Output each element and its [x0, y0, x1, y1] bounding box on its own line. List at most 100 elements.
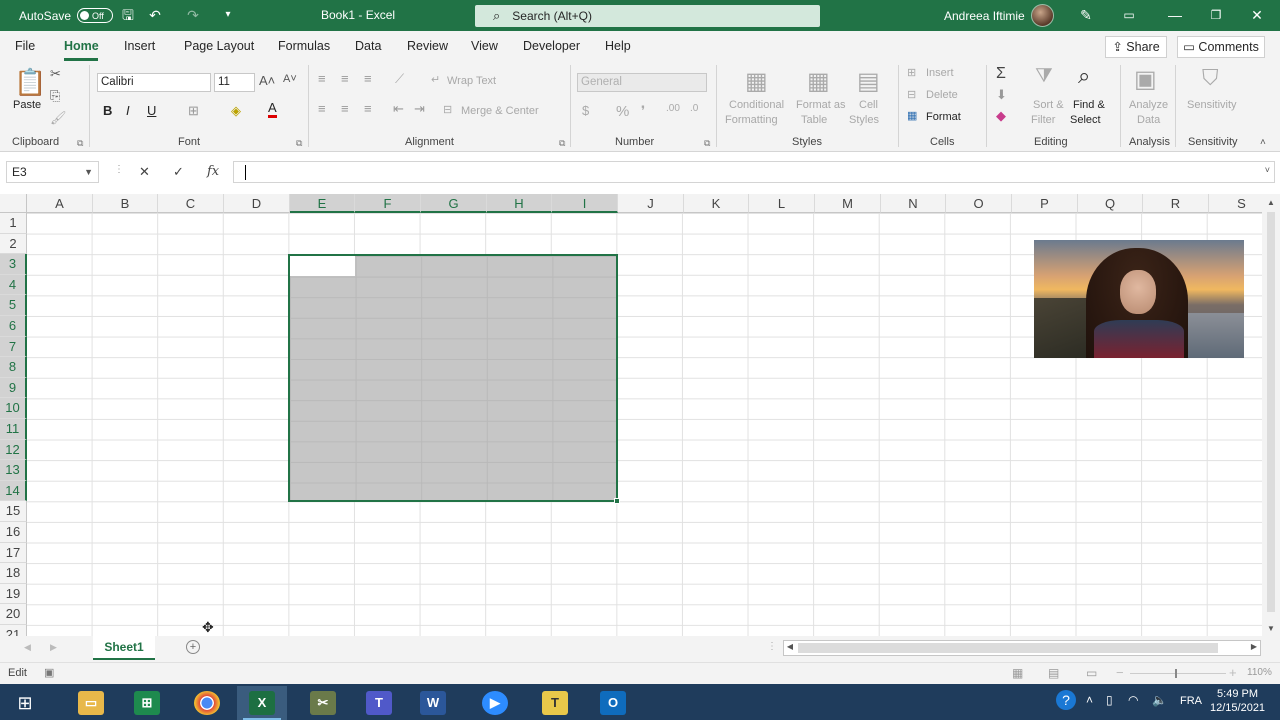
zoom-slider[interactable]	[1130, 673, 1226, 674]
column-header-s[interactable]: S	[1209, 194, 1262, 213]
align-center-icon[interactable]: ≡	[341, 101, 349, 116]
middle-align-icon[interactable]: ≡	[341, 71, 349, 86]
borders-icon[interactable]: ⊞	[188, 103, 199, 119]
tab-formulas[interactable]: Formulas	[278, 39, 330, 53]
row-header-5[interactable]: 5	[0, 295, 27, 316]
column-header-i[interactable]: I	[552, 194, 618, 213]
volume-icon[interactable]: 🔈	[1152, 693, 1167, 707]
taskbar-file-explorer[interactable]: ▭	[66, 686, 116, 720]
scroll-down-icon[interactable]: ▼	[1265, 624, 1277, 633]
find-select-line1[interactable]: Find &	[1073, 99, 1105, 111]
zoom-out-icon[interactable]: −	[1116, 665, 1124, 680]
cell-styles-line1[interactable]: Cell	[859, 99, 878, 111]
start-button[interactable]: ⊞	[0, 686, 50, 720]
comments-button[interactable]: ▭ Comments	[1177, 36, 1265, 58]
column-header-o[interactable]: O	[946, 194, 1012, 213]
minimize-icon[interactable]: —	[1152, 0, 1198, 31]
selected-range[interactable]	[288, 254, 620, 504]
format-painter-icon[interactable]: 🖌	[50, 110, 67, 126]
row-header-9[interactable]: 9	[0, 377, 27, 399]
tab-file[interactable]: File	[15, 39, 35, 53]
fill-icon[interactable]: ⬇	[996, 87, 1007, 103]
search-box[interactable]: ⌕ Search (Alt+Q)	[475, 5, 820, 27]
currency-button[interactable]: $	[582, 103, 589, 118]
fill-color-icon[interactable]: ◈	[231, 103, 241, 119]
scroll-up-icon[interactable]: ▲	[1265, 198, 1277, 207]
scroll-left-icon[interactable]: ◀	[784, 642, 796, 651]
delete-cells-button[interactable]: Delete	[926, 89, 958, 101]
autosave-toggle[interactable]: Off	[77, 8, 114, 23]
tab-view[interactable]: View	[471, 39, 498, 53]
comma-icon[interactable]: ❜	[641, 103, 645, 119]
font-name-select[interactable]: Calibri	[97, 73, 211, 92]
cut-icon[interactable]: ✂	[50, 66, 61, 82]
column-header-e[interactable]: E	[290, 194, 355, 213]
name-box-dropdown-icon[interactable]: ▼	[84, 162, 93, 182]
taskbar-outlook[interactable]: O	[588, 686, 638, 720]
alignment-launcher-icon[interactable]: ⧉	[559, 138, 565, 149]
font-size-select[interactable]: 11	[214, 73, 255, 92]
column-header-d[interactable]: D	[224, 194, 290, 213]
insert-cells-button[interactable]: Insert	[926, 67, 954, 79]
format-cells-icon[interactable]: ▦	[907, 109, 917, 122]
customize-toolbar-icon[interactable]: ▾	[220, 7, 236, 23]
column-header-f[interactable]: F	[355, 194, 421, 213]
tray-overflow-icon[interactable]: ˄	[1086, 693, 1093, 707]
percent-button[interactable]: %	[616, 103, 629, 120]
decrease-indent-icon[interactable]: ⇤	[393, 101, 404, 117]
column-header-m[interactable]: M	[815, 194, 881, 213]
decrease-font-icon[interactable]: A˅	[283, 73, 297, 85]
analyze-data-icon[interactable]: ▣	[1134, 65, 1157, 94]
tab-data[interactable]: Data	[355, 39, 381, 53]
taskbar-word[interactable]: W	[408, 686, 458, 720]
row-header-4[interactable]: 4	[0, 274, 27, 296]
sensitivity-button[interactable]: Sensitivity	[1187, 99, 1237, 111]
worksheet-grid[interactable]: ABCDEFGHIJKLMNOPQRS 1 2 3 4 5 6 7 8 9 10 11 12 13 14 1…	[0, 194, 1262, 636]
tab-review[interactable]: Review	[407, 39, 448, 53]
italic-button[interactable]: I	[126, 103, 130, 118]
row-header-19[interactable]: 19	[0, 583, 27, 605]
row-header-8[interactable]: 8	[0, 357, 27, 378]
column-header-g[interactable]: G	[421, 194, 487, 213]
row-header-7[interactable]: 7	[0, 336, 27, 358]
autosum-icon[interactable]: Σ	[996, 65, 1006, 83]
clear-icon[interactable]: ◆	[996, 108, 1006, 124]
enter-button[interactable]: ✓	[173, 164, 184, 180]
wrap-text-button[interactable]: Wrap Text	[447, 75, 496, 87]
sort-filter-line1[interactable]: Sort &	[1033, 99, 1064, 111]
format-as-table-icon[interactable]: ▦	[807, 67, 830, 96]
decrease-decimal-icon[interactable]: .0	[690, 103, 698, 114]
cancel-button[interactable]: ✕	[139, 164, 150, 180]
column-header-l[interactable]: L	[749, 194, 815, 213]
bottom-align-icon[interactable]: ≡	[364, 71, 372, 86]
horizontal-scrollbar[interactable]: ◀ ▶	[783, 640, 1261, 656]
taskbar-text[interactable]: T	[530, 686, 580, 720]
taskbar-teams[interactable]: T	[354, 686, 404, 720]
top-align-icon[interactable]: ≡	[318, 71, 326, 86]
column-header-h[interactable]: H	[487, 194, 552, 213]
tab-page-layout[interactable]: Page Layout	[184, 39, 254, 53]
formula-input[interactable]: ˅	[233, 161, 1275, 183]
row-header-16[interactable]: 16	[0, 522, 27, 543]
tab-split-icon[interactable]: ⋮	[767, 641, 777, 652]
expand-formula-icon[interactable]: ˅	[1265, 165, 1270, 175]
avatar[interactable]	[1031, 4, 1054, 27]
row-header-17[interactable]: 17	[0, 542, 27, 564]
copy-icon[interactable]: ⎘	[50, 88, 60, 104]
taskbar-zoom[interactable]: ▶	[470, 686, 520, 720]
merge-icon[interactable]: ⊟	[443, 103, 452, 116]
pen-icon[interactable]: ✎	[1078, 7, 1094, 23]
new-sheet-icon[interactable]: +	[186, 640, 200, 654]
share-button[interactable]: ⇪ Share	[1105, 36, 1167, 58]
sort-filter-line2[interactable]: Filter	[1031, 114, 1055, 126]
next-sheet-icon[interactable]: ▶	[50, 642, 57, 653]
underline-button[interactable]: U	[147, 103, 156, 118]
row-header-6[interactable]: 6	[0, 316, 27, 337]
column-header-r[interactable]: R	[1143, 194, 1209, 213]
horizontal-scroll-thumb[interactable]	[798, 643, 1218, 653]
row-header-18[interactable]: 18	[0, 563, 27, 584]
zoom-level[interactable]: 110%	[1247, 667, 1272, 678]
page-break-view-icon[interactable]: ▭	[1086, 666, 1097, 680]
format-cells-button[interactable]: Format	[926, 111, 961, 123]
zoom-in-icon[interactable]: +	[1229, 665, 1237, 680]
